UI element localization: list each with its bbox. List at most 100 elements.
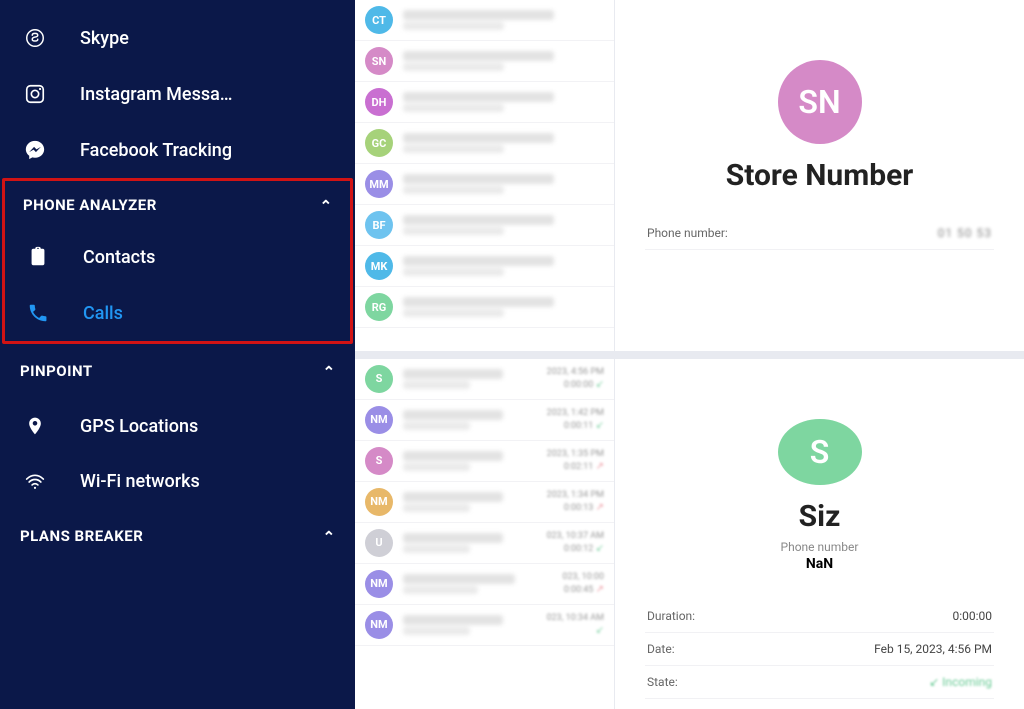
blurred-text [403, 10, 604, 30]
list-item[interactable]: NM023, 10:000:00:45 ↗ [355, 564, 614, 605]
avatar: SN [778, 60, 862, 144]
list-item[interactable]: SN [355, 41, 614, 82]
blurred-text [403, 133, 604, 153]
section-header-pinpoint[interactable]: PINPOINT ⌄ [0, 344, 355, 398]
sidebar-item-label: Skype [80, 28, 129, 49]
pin-icon [20, 415, 50, 437]
list-item[interactable]: MK [355, 246, 614, 287]
sidebar-item-calls[interactable]: Calls [5, 285, 350, 341]
contacts-pane: CT SN DH GC MM BF MK RG SN Store Number Phone n… [355, 0, 1024, 351]
sidebar-item-label: Instagram Messa… [80, 84, 233, 105]
list-item[interactable]: NM023, 10:34 AM ↙ [355, 605, 614, 646]
contacts-list[interactable]: CT SN DH GC MM BF MK RG [355, 0, 615, 351]
call-contact-name: Siz [645, 499, 994, 534]
sidebar-item-gps-locations[interactable]: GPS Locations [0, 398, 355, 454]
section-header-plans-breaker[interactable]: PLANS BREAKER ⌄ [0, 509, 355, 563]
chevron-up-icon: ⌄ [322, 527, 335, 545]
list-item[interactable]: NM 2023, 1:42 PM0:00:11 ↙ [355, 400, 614, 441]
phone-analyzer-section-highlight: PHONE ANALYZER ⌄ Contacts Calls [2, 178, 353, 344]
list-item[interactable]: BF [355, 205, 614, 246]
blurred-text [403, 215, 604, 235]
blurred-text [403, 256, 604, 276]
blurred-text [403, 297, 604, 317]
phone-number-value: NaN [645, 556, 994, 572]
sidebar-item-wifi-networks[interactable]: Wi-Fi networks [0, 454, 355, 509]
field-key: State: [647, 675, 678, 689]
sidebar-item-label: Contacts [83, 247, 155, 268]
avatar: NM [365, 406, 393, 434]
sidebar-item-contacts[interactable]: Contacts [5, 229, 350, 285]
avatar: DH [365, 88, 393, 116]
call-detail-card: S Siz Phone number NaN Duration:0:00:00D… [615, 359, 1024, 709]
avatar: MK [365, 252, 393, 280]
list-item[interactable]: DH [355, 82, 614, 123]
sidebar-item-label: GPS Locations [80, 416, 198, 437]
list-item[interactable]: CT [355, 0, 614, 41]
sidebar-item-instagram[interactable]: Instagram Messa… [0, 66, 355, 122]
list-item[interactable]: RG [355, 287, 614, 328]
call-meta: 2023, 1:34 PM0:00:13 ↗ [547, 490, 604, 513]
sidebar-item-label: Wi-Fi networks [80, 471, 200, 492]
avatar: S [365, 447, 393, 475]
calls-list[interactable]: S2023, 4:56 PM0:00:00 ↙NM2023, 1:42 PM0:… [355, 359, 615, 709]
phone-icon [23, 302, 53, 324]
wifi-icon [20, 472, 50, 492]
field-key: Phone number: [647, 226, 728, 240]
outgoing-arrow-icon: ↗ [596, 584, 604, 595]
avatar: GC [365, 129, 393, 157]
avatar: BF [365, 211, 393, 239]
list-item[interactable]: GC [355, 123, 614, 164]
section-header-phone-analyzer[interactable]: PHONE ANALYZER ⌄ [5, 181, 350, 229]
list-item[interactable]: NM2023, 1:34 PM0:00:13 ↗ [355, 482, 614, 523]
blurred-text [403, 574, 552, 594]
call-meta: 2023, 4:56 PM0:00:00 ↙ [547, 367, 604, 390]
incoming-arrow-icon: ↙ [596, 379, 604, 390]
avatar: CT [365, 6, 393, 34]
blurred-text [403, 51, 604, 71]
field-value: 0:00:00 [952, 609, 992, 623]
section-title: PLANS BREAKER [20, 527, 143, 545]
blurred-text [403, 410, 537, 430]
call-meta: 2023, 1:42 PM0:00:11 ↙ [547, 408, 604, 431]
contact-name: Store Number [645, 158, 994, 193]
phone-number-label: Phone number [645, 540, 994, 554]
field-key: Date: [647, 642, 675, 656]
field-value: ↙ Incoming [929, 675, 992, 689]
contact-fields: Phone number:01 50 53 [645, 217, 994, 250]
sidebar-item-label: Facebook Tracking [80, 140, 232, 161]
instagram-icon [20, 83, 50, 105]
incoming-arrow-icon: ↙ [596, 543, 604, 554]
blurred-text [403, 451, 537, 471]
sidebar-item-label: Calls [83, 303, 123, 324]
incoming-arrow-icon: ↙ [596, 625, 604, 636]
section-title: PHONE ANALYZER [23, 196, 157, 214]
call-fields: Duration: 0:00:00 Date: Feb 15, 2023, 4:56 … [645, 600, 994, 699]
calls-pane: S2023, 4:56 PM0:00:00 ↙NM2023, 1:42 PM0:… [355, 351, 1024, 709]
call-meta: 023, 10:34 AM ↙ [546, 613, 604, 636]
detail-field: Phone number:01 50 53 [645, 217, 994, 250]
contact-detail-card: SN Store Number Phone number:01 50 53 [615, 0, 1024, 351]
avatar: NM [365, 570, 393, 598]
avatar: SN [365, 47, 393, 75]
list-item[interactable]: S2023, 4:56 PM0:00:00 ↙ [355, 359, 614, 400]
sidebar-item-facebook-tracking[interactable]: Facebook Tracking [0, 122, 355, 178]
call-meta: 2023, 1:35 PM0:02:11 ↗ [547, 449, 604, 472]
blurred-text [403, 92, 604, 112]
skype-icon [20, 27, 50, 49]
chevron-up-icon: ⌄ [319, 196, 332, 214]
avatar: S [778, 419, 862, 486]
avatar: U [365, 529, 393, 557]
call-meta: 023, 10:37 AM0:00:12 ↙ [546, 531, 604, 554]
avatar: RG [365, 293, 393, 321]
blurred-text [403, 492, 537, 512]
main-content: CT SN DH GC MM BF MK RG SN Store Number Phone n… [355, 0, 1024, 709]
list-item[interactable]: MM [355, 164, 614, 205]
incoming-arrow-icon: ↙ [596, 420, 604, 431]
sidebar-item-skype[interactable]: Skype [0, 10, 355, 66]
list-item[interactable]: S 2023, 1:35 PM0:02:11 ↗ [355, 441, 614, 482]
blurred-text [403, 369, 537, 389]
field-value: Feb 15, 2023, 4:56 PM [874, 642, 992, 656]
detail-field: Date: Feb 15, 2023, 4:56 PM [645, 633, 994, 666]
field-key: Duration: [647, 609, 695, 623]
list-item[interactable]: U 023, 10:37 AM0:00:12 ↙ [355, 523, 614, 564]
